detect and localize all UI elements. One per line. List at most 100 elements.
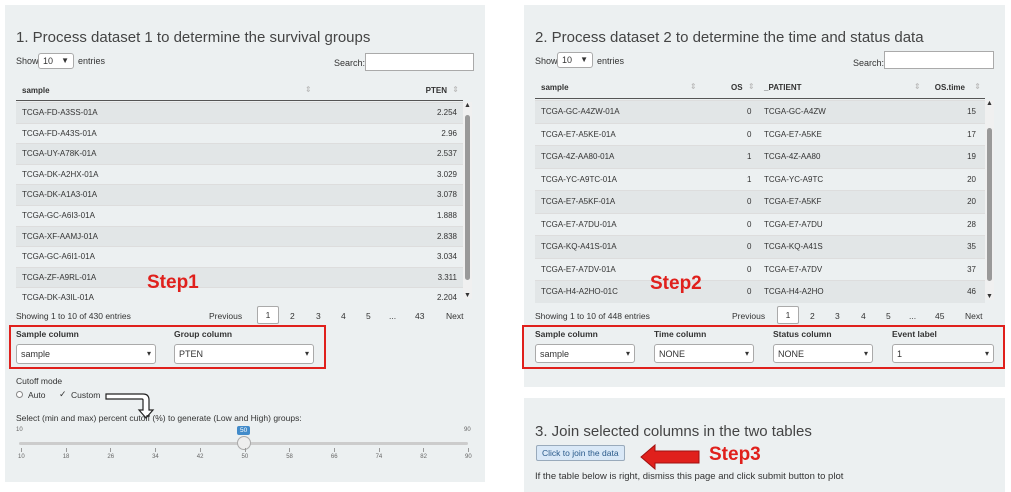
pager-page[interactable]: 2: [810, 311, 815, 321]
sort-icon[interactable]: ⇕: [914, 82, 921, 91]
group-column-select[interactable]: PTEN ▾: [174, 344, 314, 364]
cell-sample: TCGA-XF-AAMJ-01A: [22, 231, 99, 241]
entries-label: entries: [78, 56, 106, 66]
dataset2-panel: 2. Process dataset 2 to determine the ti…: [522, 5, 1005, 387]
table-row[interactable]: TCGA-GC-A6I3-01A 1.888: [16, 205, 463, 226]
cell-sample: TCGA-KQ-A41S-01A: [541, 242, 617, 251]
table-row[interactable]: TCGA-4Z-AA80-01A 1 TCGA-4Z-AA80 19: [535, 145, 985, 168]
status-column-label: Status column: [773, 329, 832, 339]
table-row[interactable]: TCGA-YC-A9TC-01A 1 TCGA-YC-A9TC 20: [535, 167, 985, 190]
cell-sample: TCGA-GC-A6I1-01A: [22, 252, 95, 262]
sort-icon[interactable]: ⇕: [452, 85, 459, 94]
chevron-down-icon: ▼: [580, 55, 588, 64]
table-row[interactable]: TCGA-E7-A7DV-01A 0 TCGA-E7-A7DV 37: [535, 257, 985, 280]
entries-select[interactable]: 10 ▼: [557, 52, 593, 68]
cell-os-time: 35: [967, 242, 976, 251]
sort-icon[interactable]: ⇕: [305, 85, 312, 94]
table-row[interactable]: TCGA-GC-A6I1-01A 3.034: [16, 246, 463, 267]
table-row[interactable]: TCGA-E7-A7DU-01A 0 TCGA-E7-A7DU 28: [535, 212, 985, 235]
join-note: If the table below is right, dismiss thi…: [535, 471, 844, 482]
sort-icon[interactable]: ⇕: [748, 82, 755, 91]
cell-os: 1: [747, 152, 752, 161]
cell-os-time: 20: [967, 197, 976, 206]
pager-page[interactable]: 4: [861, 311, 866, 321]
slider-tick-label: 34: [152, 454, 159, 460]
scrollbar-thumb[interactable]: [465, 115, 470, 280]
table-row[interactable]: TCGA-FD-A43S-01A 2.96: [16, 122, 463, 144]
table-row[interactable]: TCGA-E7-A5KE-01A 0 TCGA-E7-A5KE 17: [535, 122, 985, 145]
check-icon[interactable]: ✓: [59, 389, 67, 400]
entries-label: entries: [597, 56, 625, 66]
table-row[interactable]: TCGA-E7-A5KF-01A 0 TCGA-E7-A5KF 20: [535, 190, 985, 213]
step2-annotation: Step2: [650, 273, 702, 294]
cell-os-time: 20: [967, 174, 976, 184]
table-scrollbar[interactable]: ▲ ▼: [985, 100, 994, 300]
pager-page[interactable]: 3: [835, 311, 840, 321]
table-row[interactable]: TCGA-DK-A1A3-01A 3.078: [16, 184, 463, 205]
table-row[interactable]: TCGA-KQ-A41S-01A 0 TCGA-KQ-A41S 35: [535, 235, 985, 258]
pager-next[interactable]: Next: [446, 311, 463, 321]
table-row[interactable]: TCGA-ZF-A9RL-01A 3.311: [16, 266, 463, 288]
cell-pten: 3.029: [436, 169, 457, 179]
cell-os: 1: [747, 174, 752, 184]
cell-os: 0: [747, 107, 752, 116]
pager-page[interactable]: 1: [257, 306, 279, 324]
pager-previous[interactable]: Previous: [732, 311, 765, 321]
table-header: sample ⇕ PTEN ⇕: [16, 81, 463, 101]
pager-page[interactable]: 3: [316, 311, 321, 321]
entries-select[interactable]: 10 ▼: [38, 53, 74, 69]
column-header-sample[interactable]: sample: [541, 83, 569, 92]
search-input[interactable]: [884, 51, 994, 69]
slider-tick-label: 18: [62, 454, 70, 460]
scroll-down-icon[interactable]: ▼: [986, 293, 993, 300]
sort-icon[interactable]: ⇕: [690, 82, 697, 91]
sample-column-select[interactable]: sample ▾: [535, 344, 635, 363]
status-column-select[interactable]: NONE ▾: [773, 344, 873, 363]
pager-previous[interactable]: Previous: [209, 311, 242, 321]
cell-os: 0: [747, 264, 752, 274]
column-header-os[interactable]: OS: [731, 83, 743, 92]
pager-next[interactable]: Next: [965, 311, 982, 321]
sort-icon[interactable]: ⇕: [974, 82, 981, 91]
column-header-pten[interactable]: PTEN: [426, 86, 447, 95]
pager-page[interactable]: 2: [290, 311, 295, 321]
scroll-down-icon[interactable]: ▼: [464, 292, 471, 299]
table-row[interactable]: TCGA-XF-AAMJ-01A 2.838: [16, 225, 463, 247]
pager-page[interactable]: 1: [777, 306, 799, 324]
chevron-down-icon: ▾: [304, 349, 309, 358]
table-row[interactable]: TCGA-GC-A4ZW-01A 0 TCGA-GC-A4ZW 15: [535, 100, 985, 123]
pager-page[interactable]: 45: [935, 311, 944, 321]
table-row[interactable]: TCGA-DK-A3IL-01A 2.204: [16, 287, 463, 308]
cell-sample: TCGA-FD-A43S-01A: [22, 128, 97, 138]
cutoff-auto-label: Auto: [28, 390, 46, 400]
column-header-sample[interactable]: sample: [22, 86, 50, 95]
scrollbar-thumb[interactable]: [987, 128, 992, 281]
pager-page[interactable]: 43: [415, 311, 424, 321]
scroll-up-icon[interactable]: ▲: [986, 100, 993, 107]
table-row[interactable]: TCGA-H4-A2HO-01C 0 TCGA-H4-A2HO 46: [535, 280, 985, 303]
time-column-label: Time column: [654, 329, 707, 339]
cell-patient: TCGA-H4-A2HO: [764, 287, 824, 296]
table-scrollbar[interactable]: ▲ ▼: [463, 102, 472, 299]
pager-page[interactable]: 4: [341, 311, 346, 321]
time-column-select[interactable]: NONE ▾: [654, 344, 754, 363]
table-row[interactable]: TCGA-UY-A78K-01A 2.537: [16, 143, 463, 164]
dataset1-panel: 1. Process dataset 1 to determine the su…: [5, 5, 485, 482]
panel3-title: 3. Join selected columns in the two tabl…: [535, 423, 812, 440]
search-input[interactable]: [365, 53, 474, 71]
sample-column-select[interactable]: sample ▾: [16, 344, 156, 364]
slider-tick-label: 74: [375, 454, 383, 460]
cell-patient: TCGA-E7-A7DU: [764, 219, 823, 229]
table-row[interactable]: TCGA-DK-A2HX-01A 3.029: [16, 163, 463, 185]
pager-page[interactable]: 5: [886, 311, 891, 321]
cutoff-mode-label: Cutoff mode: [16, 376, 63, 386]
column-header-patient[interactable]: _PATIENT: [764, 83, 801, 92]
join-data-button[interactable]: Click to join the data: [536, 445, 625, 461]
scroll-up-icon[interactable]: ▲: [464, 102, 471, 109]
event-label-select[interactable]: 1 ▾: [892, 344, 994, 363]
column-header-os-time[interactable]: OS.time: [935, 83, 965, 92]
pager-page[interactable]: 5: [366, 311, 371, 321]
table-row[interactable]: TCGA-FD-A3SS-01A 2.254: [16, 102, 463, 123]
slider-tick: [333, 448, 335, 452]
cutoff-auto-radio[interactable]: [16, 391, 23, 398]
